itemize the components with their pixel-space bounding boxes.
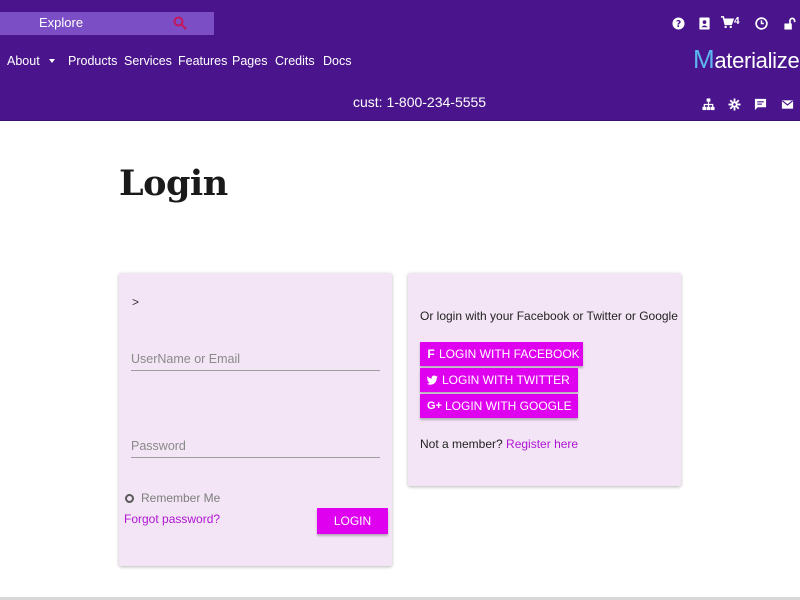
nav-docs[interactable]: Docs	[323, 54, 351, 68]
nav-services[interactable]: Services	[124, 54, 172, 68]
search-icon[interactable]	[173, 16, 187, 30]
social-login-card: Or login with your Facebook or Twitter o…	[408, 273, 681, 486]
sitemap-icon[interactable]	[700, 96, 716, 112]
nav-pages[interactable]: Pages	[232, 54, 267, 68]
search-bar[interactable]: Explore	[0, 12, 214, 35]
customer-phone: cust: 1-800-234-5555	[353, 94, 487, 110]
google-plus-icon: G+	[427, 400, 442, 412]
brand-initial: M	[693, 44, 715, 74]
login-google-button[interactable]: G+ LOGIN WITH GOOGLE	[420, 394, 578, 418]
search-label: Explore	[39, 15, 84, 30]
login-twitter-label: LOGIN WITH TWITTER	[442, 373, 570, 387]
login-card: > Remember Me Forgot password? LOGIN	[119, 273, 392, 566]
forgot-password-link[interactable]: Forgot password?	[124, 512, 220, 526]
cart-count: 4	[734, 16, 740, 27]
nav-about[interactable]: About	[7, 54, 55, 68]
register-link[interactable]: Register here	[506, 437, 578, 451]
lock-open-icon[interactable]	[781, 15, 797, 31]
twitter-icon	[427, 375, 438, 385]
comment-icon[interactable]	[752, 96, 768, 112]
nav-features[interactable]: Features	[178, 54, 227, 68]
cart-icon[interactable]: 4	[721, 15, 740, 31]
mail-icon[interactable]	[779, 96, 795, 112]
clock-icon[interactable]	[753, 15, 769, 31]
username-input[interactable]	[131, 347, 380, 370]
help-icon[interactable]: ?	[670, 15, 686, 31]
nav-about-label: About	[7, 54, 40, 68]
login-facebook-button[interactable]: f LOGIN WITH FACEBOOK	[420, 342, 583, 366]
chevron-down-icon	[48, 58, 55, 63]
remember-me-label: Remember Me	[141, 491, 221, 505]
login-card-prompt: >	[132, 295, 140, 309]
nav-credits[interactable]: Credits	[275, 54, 315, 68]
password-field	[131, 434, 380, 458]
username-field	[131, 347, 380, 371]
facebook-icon: f	[427, 347, 435, 361]
site-header: Explore ? 4 About Products Services Feat…	[0, 0, 800, 121]
svg-text:?: ?	[675, 18, 680, 29]
brand-logo[interactable]: Materialized	[693, 44, 800, 75]
login-facebook-label: LOGIN WITH FACEBOOK	[439, 347, 580, 361]
login-twitter-button[interactable]: LOGIN WITH TWITTER	[420, 368, 578, 392]
nav-products[interactable]: Products	[68, 54, 117, 68]
social-login-intro: Or login with your Facebook or Twitter o…	[420, 309, 678, 323]
password-input[interactable]	[131, 434, 380, 457]
not-member-text: Not a member?	[420, 437, 503, 451]
register-prompt: Not a member? Register here	[420, 437, 578, 451]
remember-me[interactable]: Remember Me	[125, 491, 220, 505]
brand-name: aterialized	[714, 48, 800, 73]
settings-icon[interactable]	[726, 96, 742, 112]
login-button[interactable]: LOGIN	[317, 508, 388, 534]
login-google-label: LOGIN WITH GOOGLE	[445, 399, 572, 413]
remember-me-radio[interactable]	[125, 494, 134, 503]
page-title: Login	[119, 163, 228, 204]
contact-icon[interactable]	[696, 15, 712, 31]
